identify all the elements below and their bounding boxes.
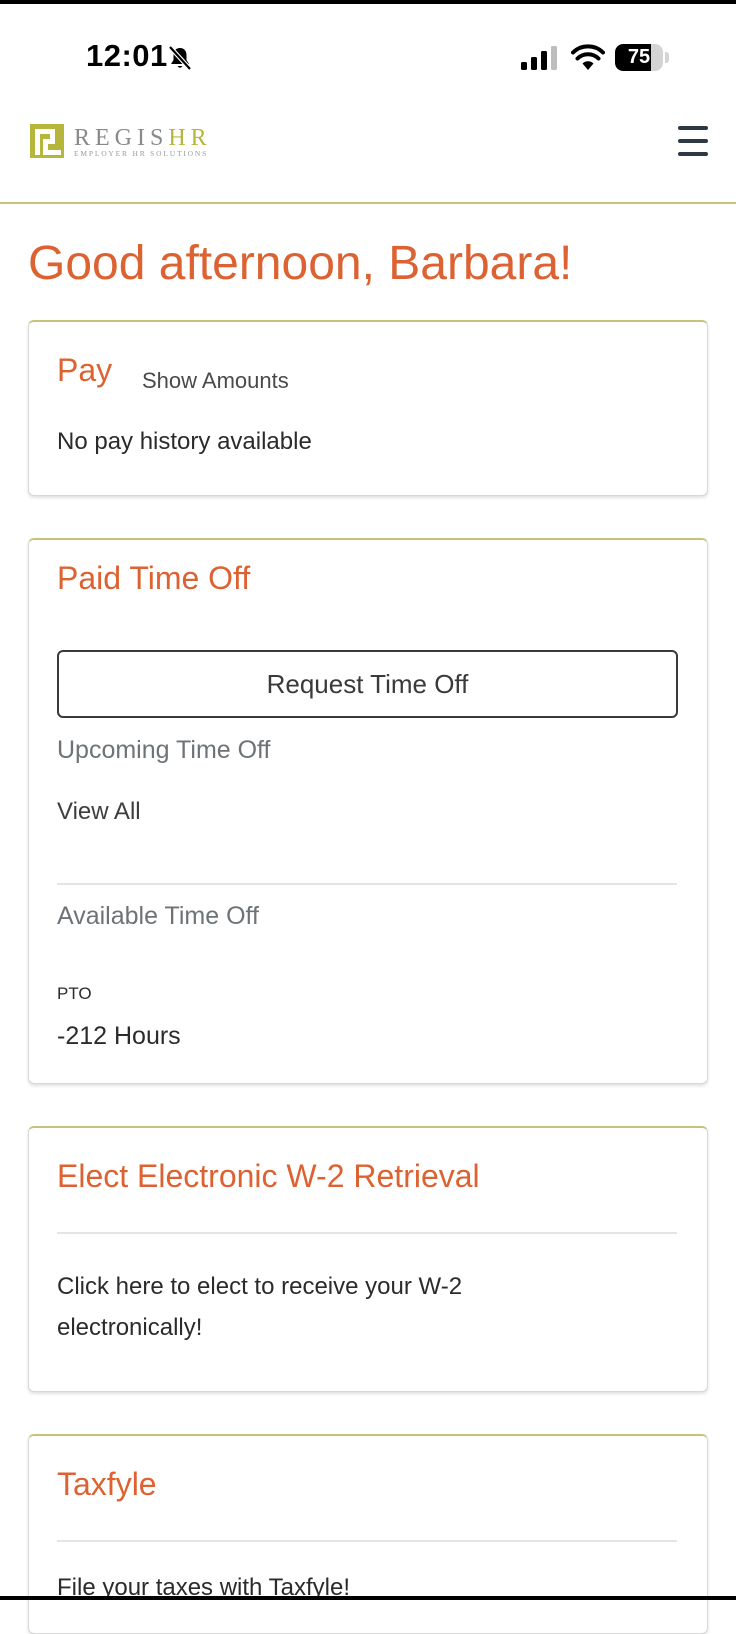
logo-tagline: EMPLOYER HR SOLUTIONS: [74, 149, 208, 158]
status-time: 12:01: [86, 38, 168, 74]
cellular-signal-icon: [521, 46, 559, 70]
taxfyle-card-title: Taxfyle: [57, 1466, 157, 1503]
pay-card-title: Pay: [57, 352, 112, 389]
view-all-link[interactable]: View All: [57, 798, 141, 826]
w2-divider: [57, 1232, 677, 1234]
taxfyle-card[interactable]: Taxfyle File your taxes with Taxfyle!: [28, 1434, 708, 1634]
w2-retrieval-card[interactable]: Elect Electronic W-2 Retrieval Click her…: [28, 1126, 708, 1392]
w2-card-body[interactable]: Click here to elect to receive your W-2 …: [57, 1266, 577, 1348]
pto-divider: [57, 883, 677, 885]
battery-nub: [665, 52, 669, 63]
pay-card: Pay Show Amounts No pay history availabl…: [28, 320, 708, 496]
show-amounts-link[interactable]: Show Amounts: [142, 368, 289, 394]
logo-text: REGIS: [74, 125, 168, 151]
available-time-off-heading: Available Time Off: [57, 902, 259, 931]
bell-muted-icon: [167, 45, 193, 71]
status-bar: 12:01 75: [0, 4, 736, 100]
wifi-icon: [571, 43, 605, 71]
logo-wordmark: REGISHR: [74, 125, 212, 152]
paid-time-off-card: Paid Time Off Request Time Off Upcoming …: [28, 538, 708, 1084]
battery-icon: 75: [615, 44, 663, 71]
pay-empty-message: No pay history available: [57, 428, 312, 456]
logo-mark-icon: [30, 124, 64, 158]
greeting-heading: Good afternoon, Barbara!: [28, 236, 572, 291]
upcoming-time-off-heading: Upcoming Time Off: [57, 736, 271, 765]
pto-card-title: Paid Time Off: [57, 560, 250, 597]
app-header: REGISHR EMPLOYER HR SOLUTIONS: [0, 100, 736, 204]
screen-bottom-edge: [0, 1596, 736, 1600]
taxfyle-divider: [57, 1540, 677, 1542]
pto-balance-type: PTO: [57, 984, 92, 1004]
w2-card-title: Elect Electronic W-2 Retrieval: [57, 1158, 480, 1195]
logo-accent: HR: [168, 125, 211, 151]
pto-balance-value: -212 Hours: [57, 1022, 181, 1051]
request-time-off-button[interactable]: Request Time Off: [57, 650, 678, 718]
battery-level: 75: [615, 44, 663, 71]
hamburger-menu-icon[interactable]: [676, 124, 710, 158]
